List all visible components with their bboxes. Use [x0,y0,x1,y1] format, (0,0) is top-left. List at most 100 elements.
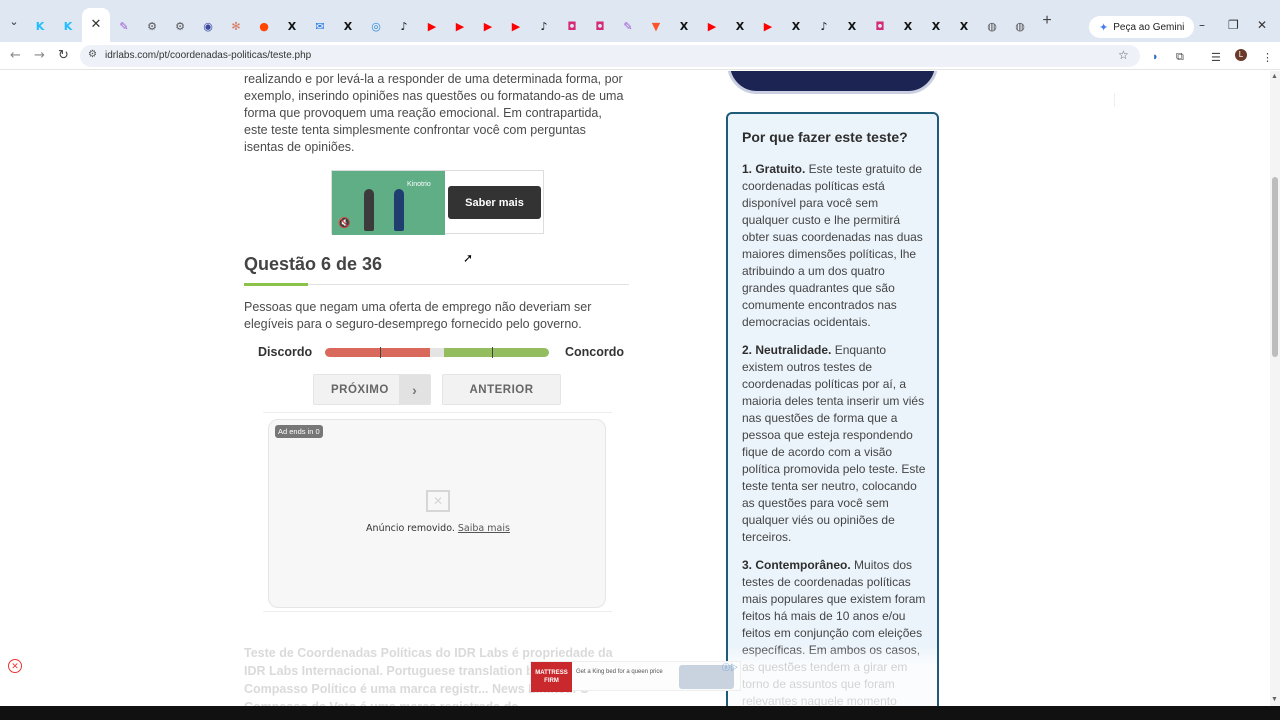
site-info-icon[interactable]: ⚙ [88,49,97,60]
browser-tab[interactable]: X [838,12,866,42]
browser-tab[interactable]: X [670,12,698,42]
browser-tab[interactable]: ▶ [698,12,726,42]
reason-heading: 1. Gratuito. [742,162,806,176]
forward-icon[interactable]: → [34,48,45,63]
browser-tab[interactable]: ◘ [866,12,894,42]
brave-icon: ▼ [651,20,661,33]
tiktok-icon: ♪ [400,20,408,33]
browser-tab[interactable]: ▶ [446,12,474,42]
browser-tab[interactable]: X [950,12,978,42]
browser-tab[interactable]: ▶ [502,12,530,42]
page-scrollbar[interactable]: ▲ ▼ [1270,71,1280,706]
browser-tab[interactable]: K [54,12,82,42]
reason-text: Este teste gratuito de coordenadas polít… [742,162,923,329]
browser-tab[interactable]: K [26,12,54,42]
adchoices-icon[interactable]: ⓘ▷ [722,662,738,673]
next-label: PRÓXIMO [331,384,389,396]
browser-tab[interactable]: ♪ [390,12,418,42]
mute-icon[interactable]: 🔇 [338,218,350,229]
ad-video-thumbnail[interactable]: Kinotrio 🔇 [332,171,445,235]
x-icon: X [931,20,941,33]
close-window-icon[interactable]: ✕ [1257,18,1267,32]
browser-tab[interactable]: ✻ [222,12,250,42]
extensions-puzzle-icon[interactable]: ⧉ [1176,51,1184,64]
divider [1114,93,1115,107]
chrome-icon: ◍ [987,20,997,33]
browser-tab[interactable]: ● [250,12,278,42]
back-icon[interactable]: ← [10,48,21,63]
video-ad[interactable]: Kinotrio 🔇 Saber mais [331,170,544,235]
restore-icon[interactable]: ❐ [1228,18,1239,32]
bookmark-star-icon[interactable]: ☆ [1118,48,1129,62]
panel-title: Por que fazer este teste? [742,129,908,145]
profile-avatar[interactable]: L [1235,49,1247,61]
browser-tab[interactable]: ▼ [642,12,670,42]
browser-tab[interactable]: ◍ [1006,12,1034,42]
new-tab-button[interactable]: + [1034,12,1060,30]
url-text[interactable]: idrlabs.com/pt/coordenadas-politicas/tes… [105,50,311,61]
claude-icon: ✻ [231,20,241,33]
browser-tab[interactable]: ✎ [110,12,138,42]
x-icon: X [847,20,857,33]
close-ad-icon[interactable]: ✕ [8,659,22,673]
address-toolbar: ← → ↻ ⚙ idrlabs.com/pt/coordenadas-polit… [0,42,1280,70]
scrollbar-thumb[interactable] [1272,177,1278,357]
youtube-icon: ▶ [511,20,521,33]
browser-tab[interactable]: X [782,12,810,42]
browser-tab[interactable]: X [334,12,362,42]
browser-tab[interactable]: ◍ [978,12,1006,42]
next-button[interactable]: PRÓXIMO › [313,374,431,405]
browser-tab[interactable]: ♪ [810,12,838,42]
ad-removed-text: Anúncio removido. [366,523,455,534]
question-text: Pessoas que negam uma oferta de emprego … [244,300,592,331]
browser-tab[interactable]: ⚙ [138,12,166,42]
agree-segment[interactable] [444,348,549,357]
learn-more-button[interactable]: Saber mais [448,186,541,219]
tab-strip: ⌄ K K ✕ ✎ ⚙ ⚙ ◉ ✻ ● X ✉ X ◎ ♪ ▶ ▶ ▶ ▶ ♪ ◘ ◘ ✎ ▼ X ▶ X ▶ X ♪ X ◘ X X X ◍ ◍ + [0,0,1280,42]
dark-banner-box [727,71,938,94]
browser-tab[interactable]: ▶ [418,12,446,42]
tiktok-icon: ♪ [540,20,548,33]
browser-tab[interactable]: ▶ [754,12,782,42]
ad-logo: MATTRESS FIRM [531,662,572,692]
gemini-sparkle-icon: ✦ [1099,21,1109,34]
reading-list-icon[interactable]: ☰ [1211,51,1221,64]
disagree-segment[interactable] [325,348,430,357]
browser-tab[interactable]: X [278,12,306,42]
browser-tab[interactable]: ♪ [530,12,558,42]
ad-person-figure [364,189,374,231]
browser-tab[interactable]: ◉ [194,12,222,42]
scroll-up-icon[interactable]: ▲ [1271,73,1278,80]
browser-tab[interactable]: ✉ [306,12,334,42]
browser-tab[interactable]: ✎ [614,12,642,42]
browser-tab[interactable]: ◘ [586,12,614,42]
scroll-down-icon[interactable]: ▼ [1271,696,1278,703]
reload-icon[interactable]: ↻ [58,48,69,63]
tab-search-chevron-icon[interactable]: ⌄ [2,9,26,33]
bottom-banner-ad[interactable]: MATTRESS FIRM Get a King bed for a queen… [530,661,741,692]
removed-ad-box: Ad ends in 0 ✕ Anúncio removido. Saiba m… [268,419,606,608]
omnibox[interactable]: ⚙ idrlabs.com/pt/coordenadas-politicas/t… [80,45,1140,67]
neutral-segment[interactable] [430,348,444,357]
openai-icon: ⚙ [175,20,185,33]
mouse-cursor-icon: ➚ [463,251,474,265]
browser-tab[interactable]: X [922,12,950,42]
minimize-icon[interactable]: – [1199,18,1205,32]
browser-tab[interactable]: ⚙ [166,12,194,42]
browser-tab[interactable]: X [894,12,922,42]
browser-tab[interactable]: ◎ [362,12,390,42]
extension-icon[interactable]: ◗ [1152,51,1159,63]
browser-tab[interactable]: X [726,12,754,42]
browser-tab[interactable]: ▶ [474,12,502,42]
menu-kebab-icon[interactable]: ⋮ [1262,51,1273,64]
learn-more-link[interactable]: Saiba mais [458,523,510,534]
agreement-scale[interactable] [325,347,549,358]
copilot-icon: ◎ [371,20,381,33]
taskbar-edge [0,706,1280,720]
close-icon[interactable]: ✕ [89,18,103,32]
ask-gemini-button[interactable]: ✦ Peça ao Gemini [1089,16,1195,38]
browser-tab[interactable]: ✕ [82,8,110,42]
browser-tab[interactable]: ◘ [558,12,586,42]
x-icon: X [343,20,353,33]
previous-button[interactable]: ANTERIOR [442,374,561,405]
